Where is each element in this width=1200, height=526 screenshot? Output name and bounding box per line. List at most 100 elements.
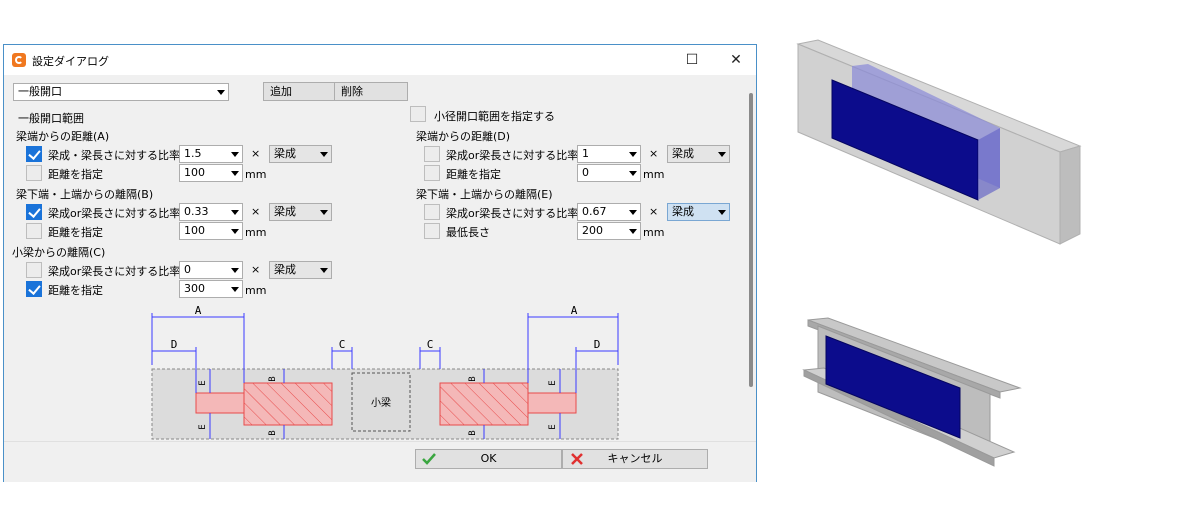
dim-label-c: C	[339, 338, 346, 351]
e-ratio-label: 梁成or梁長さに対する比率	[446, 207, 579, 220]
chevron-down-icon	[320, 210, 328, 215]
dim-label-e: E	[548, 424, 558, 429]
chevron-down-icon	[231, 287, 239, 292]
a-base-value: 梁成	[274, 147, 296, 160]
group-e-title: 梁下端・上端からの離隔(E)	[416, 188, 553, 201]
e-min-value: 200	[582, 224, 603, 237]
chevron-down-icon	[629, 210, 637, 215]
chevron-down-icon	[231, 268, 239, 273]
b-distance-select[interactable]: 100	[179, 222, 243, 240]
dim-label-e: E	[198, 424, 208, 429]
b-base-value: 梁成	[274, 205, 296, 218]
check-icon	[422, 453, 436, 465]
d-distance-select[interactable]: 0	[577, 164, 641, 182]
d-distance-checkbox[interactable]	[424, 165, 440, 181]
c-ratio-value: 0	[184, 263, 191, 276]
c-ratio-checkbox[interactable]	[26, 262, 42, 278]
c-distance-value: 300	[184, 282, 205, 295]
group-c-title: 小梁からの離隔(C)	[12, 246, 106, 259]
window-title: 設定ダイアログ	[32, 55, 109, 68]
a-ratio-select[interactable]: 1.5	[179, 145, 243, 163]
box-beam-3d-view	[796, 39, 1082, 245]
dim-label-b: B	[268, 430, 278, 435]
c-base-select[interactable]: 梁成	[269, 261, 332, 279]
c-distance-select[interactable]: 300	[179, 280, 243, 298]
app-icon	[12, 53, 26, 67]
dim-label-e: E	[198, 380, 208, 385]
h-beam-3d-view	[802, 317, 1022, 467]
ok-button[interactable]: OK	[415, 449, 562, 469]
d-distance-value: 0	[582, 166, 589, 179]
e-base-select[interactable]: 梁成	[667, 203, 730, 221]
c-distance-label: 距離を指定	[48, 284, 103, 297]
group-d-title: 梁端からの距離(D)	[416, 130, 511, 143]
unit-label: mm	[643, 226, 665, 239]
a-distance-select[interactable]: 100	[179, 164, 243, 182]
c-ratio-select[interactable]: 0	[179, 261, 243, 279]
d-base-select[interactable]: 梁成	[667, 145, 730, 163]
chevron-down-icon	[718, 152, 726, 157]
chevron-down-icon	[718, 210, 726, 215]
chevron-down-icon	[629, 171, 637, 176]
unit-label: mm	[643, 168, 665, 181]
d-ratio-checkbox[interactable]	[424, 146, 440, 162]
e-base-value: 梁成	[672, 205, 694, 218]
d-ratio-label: 梁成or梁長さに対する比率	[446, 149, 579, 162]
a-ratio-label: 梁成・梁長さに対する比率	[48, 149, 180, 162]
chevron-down-icon	[320, 268, 328, 273]
b-ratio-value: 0.33	[184, 205, 209, 218]
delete-button[interactable]: 削除	[334, 82, 408, 101]
small-beam-label: 小梁	[371, 396, 391, 409]
ok-label: OK	[480, 452, 497, 465]
opening-type-select[interactable]: 一般開口	[13, 83, 229, 101]
small-opening-left	[195, 392, 245, 414]
small-range-label: 小径開口範囲を指定する	[434, 110, 555, 123]
dim-label-b: B	[268, 376, 278, 381]
b-distance-checkbox[interactable]	[26, 223, 42, 239]
general-range-title: 一般開口範囲	[18, 112, 84, 125]
c-ratio-label: 梁成or梁長さに対する比率	[48, 265, 181, 278]
chevron-down-icon	[231, 229, 239, 234]
cross-icon	[571, 453, 583, 465]
small-range-checkbox[interactable]	[410, 106, 426, 122]
e-min-select[interactable]: 200	[577, 222, 641, 240]
e-ratio-value: 0.67	[582, 205, 607, 218]
dim-label-a: A	[195, 304, 202, 317]
group-b-title: 梁下端・上端からの離隔(B)	[16, 188, 154, 201]
chevron-down-icon	[231, 210, 239, 215]
small-opening-right	[527, 392, 577, 414]
cancel-button[interactable]: キャンセル	[562, 449, 708, 469]
a-distance-value: 100	[184, 166, 205, 179]
times-sign: ×	[251, 205, 261, 218]
b-base-select[interactable]: 梁成	[269, 203, 332, 221]
b-ratio-select[interactable]: 0.33	[179, 203, 243, 221]
times-sign: ×	[649, 205, 659, 218]
a-base-select[interactable]: 梁成	[269, 145, 332, 163]
dim-label-d: D	[594, 338, 601, 351]
opening-type-value: 一般開口	[18, 85, 62, 98]
a-distance-checkbox[interactable]	[26, 165, 42, 181]
b-ratio-label: 梁成or梁長さに対する比率	[48, 207, 181, 220]
chevron-down-icon	[629, 229, 637, 234]
add-button[interactable]: 追加	[263, 82, 335, 101]
e-min-label: 最低長さ	[446, 226, 490, 239]
e-min-checkbox[interactable]	[424, 223, 440, 239]
close-icon[interactable]: ✕	[724, 51, 748, 69]
a-ratio-value: 1.5	[184, 147, 202, 160]
dim-label-c: C	[427, 338, 434, 351]
maximize-icon[interactable]: ☐	[680, 51, 704, 69]
a-ratio-checkbox[interactable]	[26, 146, 42, 162]
e-ratio-select[interactable]: 0.67	[577, 203, 641, 221]
hatch-left	[244, 383, 332, 425]
chevron-down-icon	[217, 90, 225, 95]
hatch-right	[440, 383, 528, 425]
group-a-title: 梁端からの距離(A)	[16, 130, 110, 143]
chevron-down-icon	[231, 171, 239, 176]
e-ratio-checkbox[interactable]	[424, 204, 440, 220]
b-distance-value: 100	[184, 224, 205, 237]
scrollbar-thumb[interactable]	[749, 93, 753, 387]
b-ratio-checkbox[interactable]	[26, 204, 42, 220]
d-ratio-select[interactable]: 1	[577, 145, 641, 163]
unit-label: mm	[245, 168, 267, 181]
c-distance-checkbox[interactable]	[26, 281, 42, 297]
